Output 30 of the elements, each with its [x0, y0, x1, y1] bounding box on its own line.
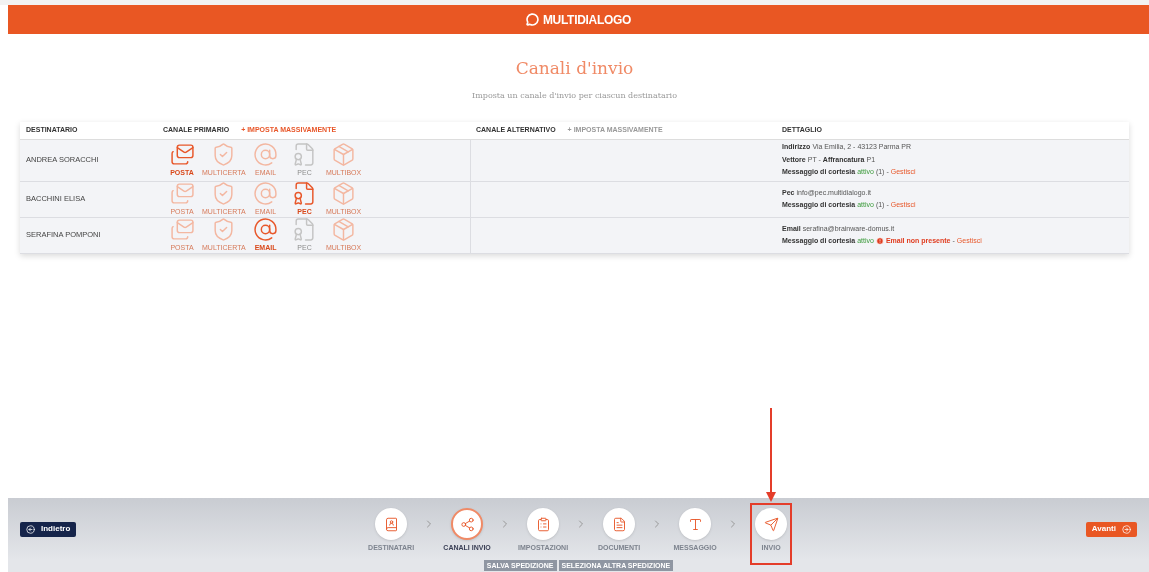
mail-stack-icon [169, 216, 195, 242]
step-button[interactable] [603, 508, 636, 541]
logo-text: MULTIDIALOGO [542, 11, 632, 29]
next-button[interactable]: Avanti [1085, 521, 1137, 537]
at-sign-icon [253, 216, 279, 242]
step-button[interactable] [451, 508, 484, 541]
clipboard-icon [535, 516, 551, 532]
text-icon [687, 516, 703, 532]
at-sign-icon [253, 180, 279, 206]
paper-plane-icon [763, 516, 779, 532]
box-icon [331, 216, 357, 242]
logo-icon [525, 13, 539, 26]
box-icon [331, 180, 357, 206]
arrow-left-icon [26, 524, 35, 534]
arrow-right-icon [1122, 524, 1131, 534]
mail-stack-icon [169, 141, 195, 167]
box-icon [331, 141, 357, 167]
back-button[interactable]: Indietro [20, 521, 77, 537]
step-button[interactable] [375, 508, 408, 541]
step-button[interactable] [527, 508, 560, 541]
step-button[interactable] [679, 508, 712, 541]
alert-icon [875, 237, 884, 246]
address-book-icon [383, 516, 399, 532]
page-title: Canali d'invio [515, 57, 634, 80]
network-icon [459, 516, 475, 532]
document-icon [611, 516, 627, 532]
mail-stack-icon [169, 180, 195, 206]
step-button[interactable] [755, 508, 788, 541]
at-sign-icon [253, 141, 279, 167]
page-subtitle: Imposta un canale d'invio per ciascun destinatario [472, 89, 677, 102]
